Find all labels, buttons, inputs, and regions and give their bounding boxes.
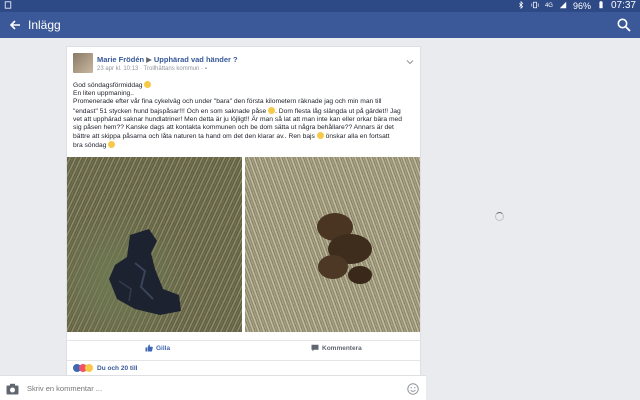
group-name[interactable]: Upphärad vad händer ?: [154, 55, 238, 64]
comment-icon: [311, 344, 319, 352]
post-line: bra söndag: [73, 142, 107, 150]
post-line: Promenerade efter vår fina cykelväg och …: [73, 98, 382, 106]
post-line: . Dom flesta låg slängda ut på gärdet!! …: [275, 107, 401, 115]
post-actions: Gilla Kommentera: [67, 340, 420, 356]
smile-emoji-icon: [316, 132, 324, 140]
thumbs-up-icon: [145, 344, 153, 352]
post-text: God söndagsförmiddag En liten uppmaning.…: [73, 81, 419, 151]
reaction-count: Du och 20 till: [97, 365, 138, 372]
vibrate-icon: [531, 1, 539, 11]
comment-input[interactable]: [27, 381, 397, 396]
reactions-row[interactable]: Du och 20 till: [67, 360, 420, 375]
post-line: vet att upphärad saknar hundlatriner! Me…: [73, 115, 402, 123]
post-timestamp[interactable]: 23 apr kl. 10:13 · Trollhättans kommun ·: [97, 66, 203, 72]
post-header: Marie Frödén ▶ Upphärad vad händer ?: [97, 55, 238, 64]
author-name[interactable]: Marie Frödén: [97, 55, 144, 64]
photo-dog-waste[interactable]: [245, 157, 420, 332]
camera-icon[interactable]: [6, 382, 19, 395]
chevron-down-icon[interactable]: [406, 53, 414, 65]
comment-bar: [0, 375, 426, 400]
like-label: Gilla: [156, 344, 171, 352]
bluetooth-icon: [517, 0, 525, 11]
bag-shape: [109, 229, 181, 315]
author-avatar[interactable]: [73, 53, 93, 73]
search-icon[interactable]: [616, 17, 632, 33]
post-line: önskar alla en fortsatt: [323, 133, 390, 141]
post-line: sig påsen hem?? Kanske dags att kontakta…: [73, 124, 394, 132]
waste-shape: [317, 213, 372, 284]
network-type: 4G: [544, 2, 553, 9]
smile-emoji-icon: [108, 141, 116, 149]
clock: 07:37: [610, 0, 636, 11]
status-bar: 4G 96% 07:37: [0, 0, 640, 12]
post-line: "endast" 51 stycken hund bajspåsar!!! Oc…: [73, 107, 267, 115]
clipboard-icon: [4, 1, 12, 11]
like-button[interactable]: Gilla: [145, 344, 170, 352]
emoji-picker-icon[interactable]: [407, 382, 419, 395]
loading-spinner: [495, 212, 504, 221]
smile-emoji-icon: [144, 81, 152, 88]
battery-icon: [597, 0, 605, 11]
battery-percent: 96%: [572, 0, 591, 11]
photo-dog-waste-bag[interactable]: [67, 157, 242, 332]
post-meta: 23 apr kl. 10:13 · Trollhättans kommun ·…: [97, 66, 207, 72]
post-card: Marie Frödén ▶ Upphärad vad händer ? 23 ap…: [66, 46, 421, 376]
comment-label: Kommentera: [322, 344, 362, 352]
comment-button[interactable]: Kommentera: [311, 344, 362, 352]
share-arrow-icon: ▶: [146, 55, 152, 64]
back-arrow-icon[interactable]: [7, 17, 23, 33]
page-title: Inlägg: [28, 18, 61, 32]
post-line: God söndagsförmiddag: [73, 82, 143, 89]
signal-icon: [559, 1, 567, 11]
app-bar: Inlägg: [0, 12, 640, 38]
privacy-icon: ▪: [204, 66, 207, 72]
haha-reaction-icon: [85, 364, 93, 372]
post-line: bättre att skippa påsarna och låta natur…: [73, 133, 315, 141]
